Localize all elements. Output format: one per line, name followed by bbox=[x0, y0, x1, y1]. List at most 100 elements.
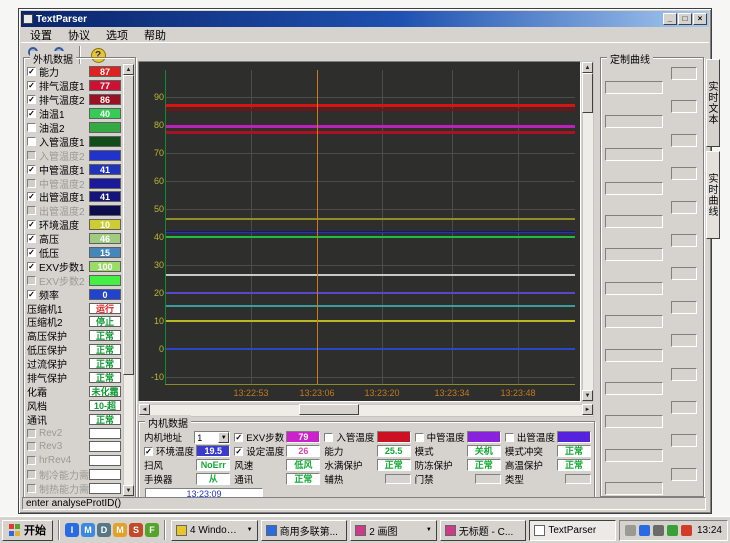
network-icon[interactable] bbox=[639, 525, 650, 536]
scroll-up-icon[interactable]: ▲ bbox=[123, 64, 134, 75]
scroll-thumb[interactable] bbox=[299, 404, 359, 415]
chevron-down-icon[interactable]: ▼ bbox=[247, 527, 253, 533]
custom-curve-slot[interactable] bbox=[605, 382, 663, 395]
custom-curve-value-slot[interactable] bbox=[671, 67, 697, 80]
custom-curve-slot[interactable] bbox=[605, 115, 663, 128]
antivirus-icon[interactable] bbox=[667, 525, 678, 536]
scroll-left-icon[interactable]: ◄ bbox=[139, 404, 150, 415]
custom-curve-slot[interactable] bbox=[605, 415, 663, 428]
custom-curve-value-slot[interactable] bbox=[671, 201, 697, 214]
mail-icon[interactable]: M bbox=[81, 523, 95, 537]
checkbox bbox=[27, 429, 36, 438]
custom-curve-value-slot[interactable] bbox=[671, 401, 697, 414]
chart-vertical-scrollbar[interactable]: ▲ ▼ bbox=[582, 61, 594, 402]
custom-curve-slot[interactable] bbox=[605, 449, 663, 462]
checkbox[interactable] bbox=[27, 123, 36, 132]
task-button-商用多联第...[interactable]: 商用多联第... bbox=[261, 520, 348, 541]
menu-item-协议[interactable]: 协议 bbox=[60, 27, 98, 43]
checkbox[interactable]: ✓ bbox=[144, 447, 153, 456]
task-button-无标题 - C...[interactable]: 无标题 - C... bbox=[440, 520, 527, 541]
indoor-panel-title: 内机数据 bbox=[145, 415, 191, 430]
custom-curve-slot[interactable] bbox=[605, 482, 663, 495]
custom-curve-value-slot[interactable] bbox=[671, 334, 697, 347]
maximize-button[interactable]: □ bbox=[678, 13, 692, 25]
checkbox bbox=[27, 470, 36, 479]
custom-slot-row bbox=[601, 64, 703, 97]
indoor-address-select[interactable]: 1▼ bbox=[194, 431, 230, 444]
custom-curve-slot[interactable] bbox=[605, 215, 663, 228]
outdoor-scrollbar[interactable]: ▲ ▼ bbox=[123, 63, 134, 497]
scroll-up-icon[interactable]: ▲ bbox=[582, 62, 593, 73]
custom-curve-slot[interactable] bbox=[605, 315, 663, 328]
folder-icon[interactable]: F bbox=[145, 523, 159, 537]
checkbox[interactable] bbox=[27, 137, 36, 146]
tab-实时文本[interactable]: 实时文本 bbox=[706, 59, 720, 147]
task-button-4 Windows...[interactable]: 4 Windows...▼ bbox=[171, 520, 258, 541]
custom-curve-value-slot[interactable] bbox=[671, 234, 697, 247]
security-icon[interactable]: S bbox=[129, 523, 143, 537]
checkbox[interactable]: ✓ bbox=[27, 81, 36, 90]
checkbox[interactable]: ✓ bbox=[27, 109, 36, 118]
checkbox[interactable]: ✓ bbox=[27, 234, 36, 243]
custom-curve-value-slot[interactable] bbox=[671, 301, 697, 314]
checkbox[interactable]: ✓ bbox=[234, 433, 243, 442]
menu-item-设置[interactable]: 设置 bbox=[22, 27, 60, 43]
chevron-down-icon[interactable]: ▼ bbox=[218, 432, 229, 443]
grid-line bbox=[165, 181, 575, 182]
custom-curve-value-slot[interactable] bbox=[671, 134, 697, 147]
custom-curve-slot[interactable] bbox=[605, 282, 663, 295]
chart-horizontal-scrollbar[interactable]: ◄ ► bbox=[138, 404, 594, 417]
scroll-down-icon[interactable]: ▼ bbox=[123, 485, 134, 496]
checkbox[interactable]: ✓ bbox=[27, 248, 36, 257]
volume-icon[interactable] bbox=[653, 525, 664, 536]
menu-item-选项[interactable]: 选项 bbox=[98, 27, 136, 43]
scroll-right-icon[interactable]: ► bbox=[582, 404, 593, 415]
checkbox[interactable] bbox=[505, 433, 514, 442]
checkbox[interactable]: ✓ bbox=[27, 95, 36, 104]
x-axis-label: 13:23:20 bbox=[359, 388, 405, 398]
task-button-TextParser[interactable]: TextParser bbox=[529, 520, 616, 541]
checkbox[interactable]: ✓ bbox=[234, 447, 243, 456]
realtime-curve-chart[interactable]: 9080706050403020100-1013:22:5313:23:0613… bbox=[138, 61, 581, 402]
custom-curve-slot[interactable] bbox=[605, 349, 663, 362]
scroll-thumb[interactable] bbox=[123, 75, 134, 375]
media-icon[interactable]: M bbox=[113, 523, 127, 537]
custom-curve-value-slot[interactable] bbox=[671, 167, 697, 180]
tab-实时曲线[interactable]: 实时曲线 bbox=[706, 151, 720, 239]
ie-icon[interactable]: I bbox=[65, 523, 79, 537]
checkbox[interactable] bbox=[324, 433, 333, 442]
custom-curve-value-slot[interactable] bbox=[671, 434, 697, 447]
checkbox[interactable]: ✓ bbox=[27, 192, 36, 201]
value-badge: 正常 bbox=[89, 358, 121, 369]
custom-slot-row bbox=[601, 431, 703, 464]
chart-cursor-line[interactable] bbox=[317, 70, 318, 384]
custom-curve-value-slot[interactable] bbox=[671, 468, 697, 481]
minimize-button[interactable]: _ bbox=[663, 13, 677, 25]
alarm-icon[interactable] bbox=[681, 525, 692, 536]
task-button-2 画图[interactable]: 2 画图▼ bbox=[350, 520, 437, 541]
custom-curve-slot[interactable] bbox=[605, 248, 663, 261]
value-badge bbox=[89, 150, 121, 161]
menu-item-帮助[interactable]: 帮助 bbox=[136, 27, 174, 43]
checkbox[interactable]: ✓ bbox=[27, 67, 36, 76]
scroll-thumb[interactable] bbox=[582, 73, 593, 113]
custom-curve-value-slot[interactable] bbox=[671, 368, 697, 381]
close-button[interactable]: × bbox=[693, 13, 707, 25]
outdoor-row-label: 出管温度1 bbox=[39, 189, 85, 204]
custom-curve-slot[interactable] bbox=[605, 81, 663, 94]
custom-curve-value-slot[interactable] bbox=[671, 100, 697, 113]
checkbox[interactable]: ✓ bbox=[27, 262, 36, 271]
custom-curve-slot[interactable] bbox=[605, 182, 663, 195]
start-button[interactable]: 开始 bbox=[2, 520, 53, 541]
checkbox[interactable]: ✓ bbox=[27, 220, 36, 229]
printer-icon[interactable] bbox=[625, 525, 636, 536]
checkbox[interactable]: ✓ bbox=[27, 290, 36, 299]
checkbox[interactable] bbox=[415, 433, 424, 442]
desktop-icon[interactable]: D bbox=[97, 523, 111, 537]
titlebar[interactable]: TextParser _ □ × bbox=[21, 11, 709, 27]
custom-curve-slot[interactable] bbox=[605, 148, 663, 161]
scroll-down-icon[interactable]: ▼ bbox=[582, 390, 593, 401]
chevron-down-icon[interactable]: ▼ bbox=[426, 527, 432, 533]
checkbox[interactable]: ✓ bbox=[27, 165, 36, 174]
custom-curve-value-slot[interactable] bbox=[671, 267, 697, 280]
